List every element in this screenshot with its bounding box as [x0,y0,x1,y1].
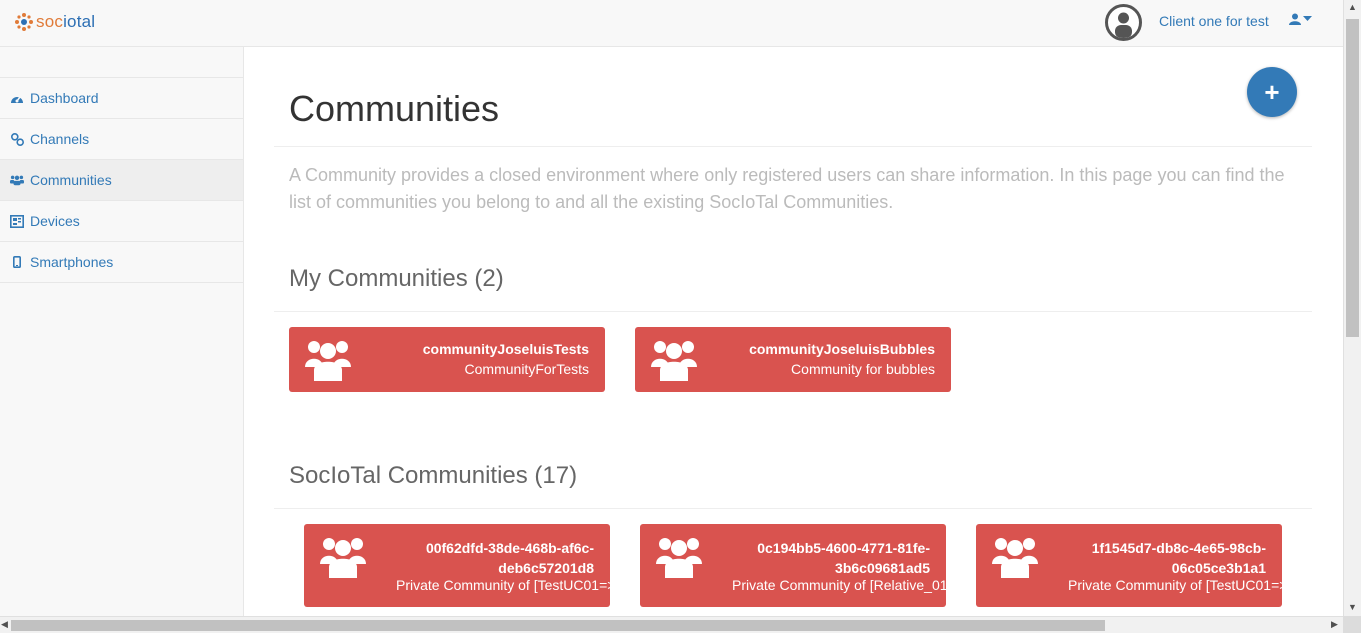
user-menu-dropdown[interactable] [1289,13,1312,25]
sidebar-item-label: Communities [30,172,112,188]
community-card[interactable]: 0c194bb5-4600-4771-81fe-3b6c09681ad5 Pri… [640,524,946,607]
sociotal-logo[interactable]: sociotal [14,12,95,32]
community-description: Private Community of [TestUC01=> [1068,577,1282,593]
community-name: communityJoseluisBubbles [749,341,935,357]
logo-icon [15,13,33,31]
scroll-right-icon[interactable]: ▶ [1331,619,1338,630]
sidebar-item-channels[interactable]: Channels [0,119,243,160]
sidebar-menu: Dashboard Channels Communities Devices S… [0,77,243,283]
community-card[interactable]: communityJoseluisBubbles Community for b… [635,327,951,392]
divider [274,311,1312,312]
horizontal-scrollbar[interactable]: ◀ ▶ [0,616,1343,633]
community-users-icon [656,538,702,578]
community-description: Private Community of [Relative_01 [732,577,946,593]
scrollbar-corner [1343,616,1361,633]
scroll-left-icon[interactable]: ◀ [1,619,8,630]
main-content: Communities + A Community provides a clo… [244,47,1343,617]
user-avatar-icon [1115,12,1132,38]
sidebar-item-devices[interactable]: Devices [0,201,243,242]
divider [274,508,1312,509]
community-name: 0c194bb5-4600-4771-81fe-3b6c09681ad5 [757,540,930,576]
device-icon [10,214,24,228]
scroll-down-icon[interactable]: ▼ [1348,602,1357,612]
link-icon [10,132,24,146]
sidebar-item-communities[interactable]: Communities [0,160,243,201]
community-users-icon [305,341,351,381]
community-users-icon [320,538,366,578]
community-name: 00f62dfd-38de-468b-af6c-deb6c57201d8 [425,540,594,576]
sidebar-item-label: Dashboard [30,90,99,106]
add-community-button[interactable]: + [1247,67,1297,117]
plus-icon: + [1264,76,1280,107]
sidebar-item-label: Devices [30,213,80,229]
sidebar-item-smartphones[interactable]: Smartphones [0,242,243,283]
vertical-scroll-thumb[interactable] [1346,19,1359,337]
community-card[interactable]: 1f1545d7-db8c-4e65-98cb-06c05ce3b1a1 Pri… [976,524,1282,607]
users-icon [10,173,24,187]
divider [274,146,1312,147]
logo-text: sociotal [36,12,96,31]
dashboard-icon [10,91,24,105]
community-name: communityJoseluisTests [422,341,589,357]
page-title: Communities [289,88,500,129]
avatar[interactable] [1105,4,1142,41]
mobile-icon [10,255,24,269]
community-description: CommunityForTests [464,361,589,377]
community-card[interactable]: 00f62dfd-38de-468b-af6c-deb6c57201d8 Pri… [304,524,610,607]
sidebar-item-dashboard[interactable]: Dashboard [0,78,243,119]
vertical-scrollbar[interactable]: ▲ ▼ [1343,0,1361,616]
sidebar-item-label: Smartphones [30,254,114,270]
sidebar-item-label: Channels [30,131,90,147]
community-users-icon [992,538,1038,578]
user-name-link[interactable]: Client one for test [1159,13,1269,29]
community-description: Private Community of [TestUC01=> [396,577,610,593]
sociotal-communities-heading: SocIoTal Communities (17) [289,462,578,489]
community-description: Community for bubbles [791,361,935,377]
horizontal-scroll-thumb[interactable] [11,620,1105,631]
my-communities-heading: My Communities (2) [289,265,504,292]
top-navbar: sociotal Client one for test [0,0,1343,47]
scroll-up-icon[interactable]: ▲ [1348,2,1357,12]
community-card[interactable]: communityJoseluisTests CommunityForTests [289,327,605,392]
user-icon [1289,13,1301,25]
intro-text: A Community provides a closed environmen… [289,165,1285,212]
caret-down-icon [1303,16,1312,21]
community-name: 1f1545d7-db8c-4e65-98cb-06c05ce3b1a1 [1091,540,1266,576]
community-users-icon [651,341,697,381]
sidebar: Dashboard Channels Communities Devices S… [0,47,244,617]
